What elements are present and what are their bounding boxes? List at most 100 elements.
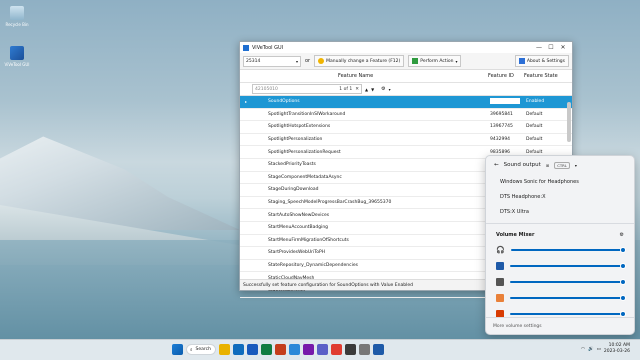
feature-name-cell: Staging_SpeechModelProgressBarCrashBug_3… [268, 200, 392, 206]
word-icon[interactable] [247, 344, 258, 355]
filter-value: 42105010 [255, 86, 278, 92]
start-icon[interactable] [172, 344, 183, 355]
prev-arrow-icon[interactable]: ▲ [365, 87, 368, 92]
status-text: Successfully set feature configuration f… [243, 282, 413, 288]
build-value: 25314 [246, 58, 261, 64]
output-option[interactable]: DTS Headphone:X [486, 189, 634, 204]
table-row[interactable]: SpotlightPersonalization 9432994 Default [240, 134, 572, 147]
chevron-down-icon: ▾ [295, 58, 298, 64]
chevron-down-icon[interactable]: ▾ [389, 87, 391, 92]
filter-row: 42105010 1 of 1 ✕ ▲ ▼ ⚙ ▾ [240, 83, 572, 96]
manual-change-button[interactable]: Manually change a Feature (F12) [314, 55, 405, 67]
feature-id-edit[interactable] [490, 97, 520, 104]
shortcut-key: CTRL [554, 161, 570, 169]
powerpoint-icon[interactable] [275, 344, 286, 355]
slider-thumb[interactable] [620, 310, 626, 317]
feature-state-cell: Enabled [526, 99, 545, 105]
build-combo[interactable]: 25314 ▾ [243, 55, 301, 67]
volume-slider[interactable] [510, 294, 626, 301]
mail-icon[interactable] [233, 344, 244, 355]
feature-id-cell[interactable] [488, 97, 522, 106]
desktop-icon-recycle-bin[interactable]: Recycle Bin [2, 6, 32, 27]
slider-thumb[interactable] [620, 246, 626, 253]
volume-slider[interactable] [510, 278, 626, 285]
settings-icon[interactable] [359, 344, 370, 355]
battery-icon[interactable]: ▭ [597, 347, 601, 352]
close-button[interactable]: ✕ [557, 44, 569, 51]
mixer-title: Volume Mixer [496, 232, 535, 238]
taskbar-search[interactable]: ⌕ Search [186, 344, 216, 355]
perform-action-button[interactable]: Perform Action ▾ [408, 55, 462, 67]
gear-icon[interactable]: ⚙ [620, 232, 624, 238]
volume-slider[interactable] [510, 246, 626, 253]
minimize-button[interactable]: — [533, 44, 545, 51]
feature-name-cell: SpotlightTransitionInSlWorkaround [268, 111, 346, 117]
volume-slider[interactable] [510, 310, 626, 317]
slider-thumb[interactable] [620, 294, 626, 301]
feature-id-cell: 39695841 [490, 111, 513, 117]
desktop-icon-label: ViVeTool GUI [4, 62, 30, 67]
store-icon[interactable] [331, 344, 342, 355]
clock[interactable]: 10:02 AM 2023-03-26 [604, 343, 630, 355]
flyout-title: Sound output [503, 162, 541, 168]
column-feature-id[interactable]: Feature ID [488, 73, 522, 79]
or-label: or [305, 58, 311, 64]
gear-icon[interactable]: ⚙ [381, 86, 385, 92]
table-row[interactable]: ▸ SoundOptions Enabled [240, 96, 572, 109]
file-explorer-icon[interactable] [219, 344, 230, 355]
user-icon [318, 58, 325, 64]
feature-name-cell: SpotlightHotspotExtensions [268, 124, 331, 130]
teams-icon[interactable] [317, 344, 328, 355]
volume-slider[interactable] [510, 262, 626, 269]
keyboard-icon: ⊞ [545, 162, 550, 168]
grid-header: Feature Name Feature ID Feature State [240, 70, 572, 83]
output-option[interactable]: Windows Sonic for Headphones [486, 174, 634, 189]
column-feature-name[interactable]: Feature Name [338, 73, 488, 79]
vivetool-taskbar-icon[interactable] [373, 344, 384, 355]
vivetool-icon [10, 46, 24, 60]
clock-date: 2023-03-26 [603, 349, 630, 354]
divider [486, 223, 634, 224]
terminal-icon[interactable] [345, 344, 356, 355]
back-arrow-icon[interactable]: ← [494, 162, 499, 168]
desktop-icon-vivetool[interactable]: ViVeTool GUI [2, 46, 32, 67]
about-settings-button[interactable]: About & Settings [514, 55, 569, 67]
feature-name-cell: StageComponentMetadataAsync [268, 174, 342, 180]
slider-thumb[interactable] [620, 262, 626, 269]
grid-scrollbar[interactable] [567, 102, 571, 142]
row-selector-icon: ▸ [244, 99, 247, 105]
filter-input[interactable]: 42105010 1 of 1 ✕ [252, 84, 362, 94]
edge-icon[interactable] [289, 344, 300, 355]
feature-name-cell: SoundOptions [268, 99, 300, 105]
output-option[interactable]: DTS:X Ultra [486, 204, 634, 219]
column-feature-state[interactable]: Feature State [522, 73, 558, 79]
taskbar: ⌕ Search ◠ 🔊 ▭ 10:02 AM 2023-03-26 [0, 339, 640, 360]
more-volume-settings-link[interactable]: More volume settings [486, 317, 634, 334]
onenote-icon[interactable] [303, 344, 314, 355]
window-title: ViVeTool GUI [252, 44, 284, 51]
desktop-icon-label: Recycle Bin [5, 22, 29, 27]
title-bar[interactable]: ViVeTool GUI — ☐ ✕ [240, 42, 572, 53]
next-arrow-icon[interactable]: ▼ [371, 87, 374, 92]
table-row[interactable]: SpotlightHotspotExtensions 13967745 Defaul… [240, 121, 572, 134]
chevron-down-icon: ▾ [574, 162, 577, 168]
feature-name-cell: StageDuringDownload [268, 187, 319, 193]
maximize-button[interactable]: ☐ [545, 44, 557, 51]
filter-clear-button[interactable]: ✕ [355, 87, 359, 92]
mixer-row [486, 274, 634, 290]
about-settings-label: About & Settings [526, 58, 565, 64]
wifi-icon[interactable]: ◠ [581, 347, 585, 352]
feature-state-cell: Default [526, 124, 543, 130]
feature-name-cell: StartProvidesWebUriToPH [268, 250, 326, 256]
app-icon [243, 44, 249, 51]
table-row[interactable]: SpotlightTransitionInSlWorkaround 3969584… [240, 109, 572, 122]
vivetool-app-icon [496, 262, 504, 270]
recycle-bin-icon [10, 6, 24, 20]
feature-name-cell: SpotlightPersonalizationRequest [268, 149, 341, 155]
volume-icon[interactable]: 🔊 [588, 347, 594, 352]
feature-id-cell: 13967745 [490, 124, 513, 130]
mixer-row [486, 290, 634, 306]
system-tray: ◠ 🔊 ▭ 10:02 AM 2023-03-26 [581, 343, 630, 355]
slider-thumb[interactable] [620, 278, 626, 285]
excel-icon[interactable] [261, 344, 272, 355]
